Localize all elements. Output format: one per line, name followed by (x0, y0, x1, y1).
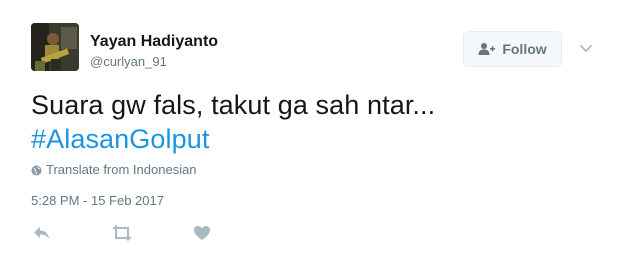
avatar[interactable] (31, 23, 79, 71)
reply-icon (34, 227, 49, 239)
follow-button-label: Follow (502, 41, 547, 57)
retweet-button[interactable] (111, 225, 133, 241)
user-name[interactable]: Yayan Hadiyanto (90, 33, 218, 51)
follow-button[interactable]: Follow (463, 31, 562, 67)
tweet-text-line: Suara gw fals, takut ga sah ntar... (31, 90, 436, 120)
user-handle[interactable]: @curlyan_91 (90, 54, 167, 69)
tweet-text: Suara gw fals, takut ga sah ntar... #Ala… (31, 88, 435, 156)
hashtag-link[interactable]: #AlasanGolput (31, 122, 435, 156)
add-user-icon (478, 42, 496, 56)
timestamp[interactable]: 5:28 PM - 15 Feb 2017 (31, 193, 164, 208)
translate-label: Translate from Indonesian (46, 162, 197, 177)
like-button[interactable] (193, 225, 211, 241)
translate-link[interactable]: Translate from Indonesian (31, 162, 197, 177)
retweet-icon (112, 225, 132, 241)
heart-icon (194, 226, 210, 240)
chevron-down-icon[interactable] (578, 40, 594, 56)
globe-icon (31, 164, 42, 176)
reply-button[interactable] (33, 225, 51, 241)
tweet-card: Yayan Hadiyanto @curlyan_91 Follow Suara… (0, 0, 629, 267)
avatar-image (31, 23, 79, 71)
